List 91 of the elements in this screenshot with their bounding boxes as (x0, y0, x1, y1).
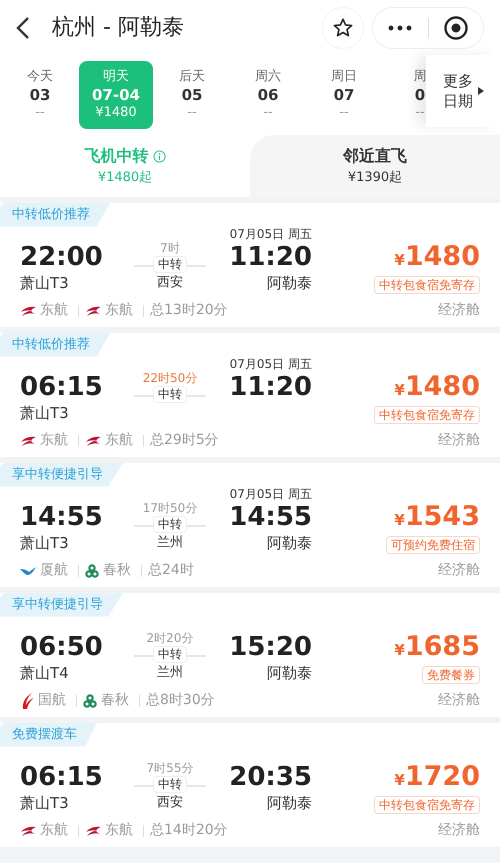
airline-name: 春秋 (101, 691, 129, 710)
departure-airport: 萧山T3 (20, 402, 70, 422)
swallow-logo-icon (85, 304, 101, 316)
departure-airport: 萧山T4 (20, 662, 70, 682)
mode-tab[interactable]: 邻近直飞 ¥1390起 (250, 135, 500, 197)
transfer-label: 中转 (153, 256, 187, 273)
layover-duration: 7时55分 (146, 760, 194, 776)
arrival-date: 07月05日 周五 (230, 486, 312, 500)
layover-duration: 2时20分 (146, 630, 194, 646)
flight-price: ¥1685 (394, 630, 480, 664)
departure-airport: 萧山T3 (20, 272, 70, 292)
airline-name: 厦航 (40, 561, 68, 580)
more-dates-button[interactable]: 更多日期 (426, 55, 500, 127)
arrival-date: 07月05日 周五 (230, 356, 312, 370)
flight-tag: 免费摆渡车 (0, 723, 97, 746)
total-duration: 总14时20分 (150, 821, 228, 840)
flight-tag: 中转低价推荐 (0, 333, 110, 356)
swallow-logo-icon (85, 434, 101, 446)
airline-name: 东航 (40, 301, 68, 320)
airline-name: 东航 (40, 431, 68, 450)
back-icon (16, 16, 30, 40)
arrival-time: 20:35 (229, 760, 312, 792)
transfer-city: 兰州 (157, 534, 183, 552)
cabin-class: 经济舱 (438, 301, 480, 320)
flight-price: ¥1480 (394, 240, 480, 274)
cabin-class: 经济舱 (438, 821, 480, 840)
transfer-label: 中转 (153, 386, 187, 403)
flight-tag: 享中转便捷引导 (0, 593, 123, 616)
trefoil-logo-icon (85, 564, 99, 578)
total-duration: 总29时5分 (150, 431, 219, 450)
arrival-time: 11:20 (229, 370, 312, 402)
arrival-airport: 阿勒泰 (267, 532, 312, 552)
more-dots-icon (388, 24, 412, 30)
transfer-label: 中转 (153, 646, 187, 663)
swallow-logo-icon (20, 304, 36, 316)
airline-name: 国航 (38, 691, 66, 710)
perk-tag: 中转包食宿免寄存 (374, 796, 480, 814)
arrival-airport: 阿勒泰 (267, 792, 312, 812)
departure-airport: 萧山T3 (20, 792, 70, 812)
perk-tag: 中转包食宿免寄存 (374, 406, 480, 424)
transfer-city: 西安 (157, 794, 183, 812)
transfer-city: 兰州 (157, 664, 183, 682)
flight-price: ¥1543 (394, 500, 480, 534)
airline-name: 东航 (105, 821, 133, 840)
cabin-class: 经济舱 (438, 691, 480, 710)
target-icon (442, 14, 469, 40)
info-icon (152, 150, 166, 163)
departure-time: 22:00 (20, 240, 104, 272)
airline-name: 东航 (105, 431, 133, 450)
arrival-airport: 阿勒泰 (267, 272, 312, 292)
swallow-logo-icon (20, 434, 36, 446)
arrival-date: 07月05日 周五 (230, 226, 312, 240)
flight-price: ¥1720 (394, 760, 480, 794)
arrival-airport: 阿勒泰 (267, 662, 312, 682)
departure-time: 14:55 (20, 500, 104, 532)
favorite-button[interactable] (322, 6, 364, 48)
transfer-label: 中转 (153, 776, 187, 793)
total-duration: 总24时 (148, 561, 194, 580)
arrival-time: 11:20 (229, 240, 312, 272)
arrival-time: 14:55 (229, 500, 312, 532)
swallow-logo-icon (85, 824, 101, 836)
phoenix-logo-icon (20, 692, 34, 708)
cabin-class: 经济舱 (438, 561, 480, 580)
bird-logo-icon (20, 566, 36, 576)
departure-time: 06:50 (20, 630, 104, 662)
transfer-city: 西安 (157, 274, 183, 292)
swallow-logo-icon (20, 824, 36, 836)
airline-name: 春秋 (103, 561, 131, 580)
arrival-time: 15:20 (229, 630, 312, 662)
layover-duration: 22时50分 (142, 370, 198, 386)
airline-name: 东航 (40, 821, 68, 840)
flight-price: ¥1480 (394, 370, 480, 404)
layover-duration: 17时50分 (142, 500, 198, 516)
page-title: 杭州 - 阿勒泰 (52, 14, 184, 42)
layover-duration: 7时 (160, 240, 180, 256)
airline-name: 东航 (105, 301, 133, 320)
departure-airport: 萧山T3 (20, 532, 70, 552)
cabin-class: 经济舱 (438, 431, 480, 450)
departure-time: 06:15 (20, 760, 104, 792)
flight-tag: 中转低价推荐 (0, 203, 110, 226)
flight-tag: 享中转便捷引导 (0, 463, 123, 486)
total-duration: 总8时30分 (146, 691, 215, 710)
departure-time: 06:15 (20, 370, 104, 402)
total-duration: 总13时20分 (150, 301, 228, 320)
caret-right-icon (478, 87, 484, 95)
star-icon (332, 16, 354, 38)
perk-tag: 可预约免费住宿 (386, 536, 480, 554)
perk-tag: 免费餐券 (422, 666, 480, 684)
transfer-label: 中转 (153, 516, 187, 533)
trefoil-logo-icon (83, 694, 97, 708)
perk-tag: 中转包食宿免寄存 (374, 276, 480, 294)
